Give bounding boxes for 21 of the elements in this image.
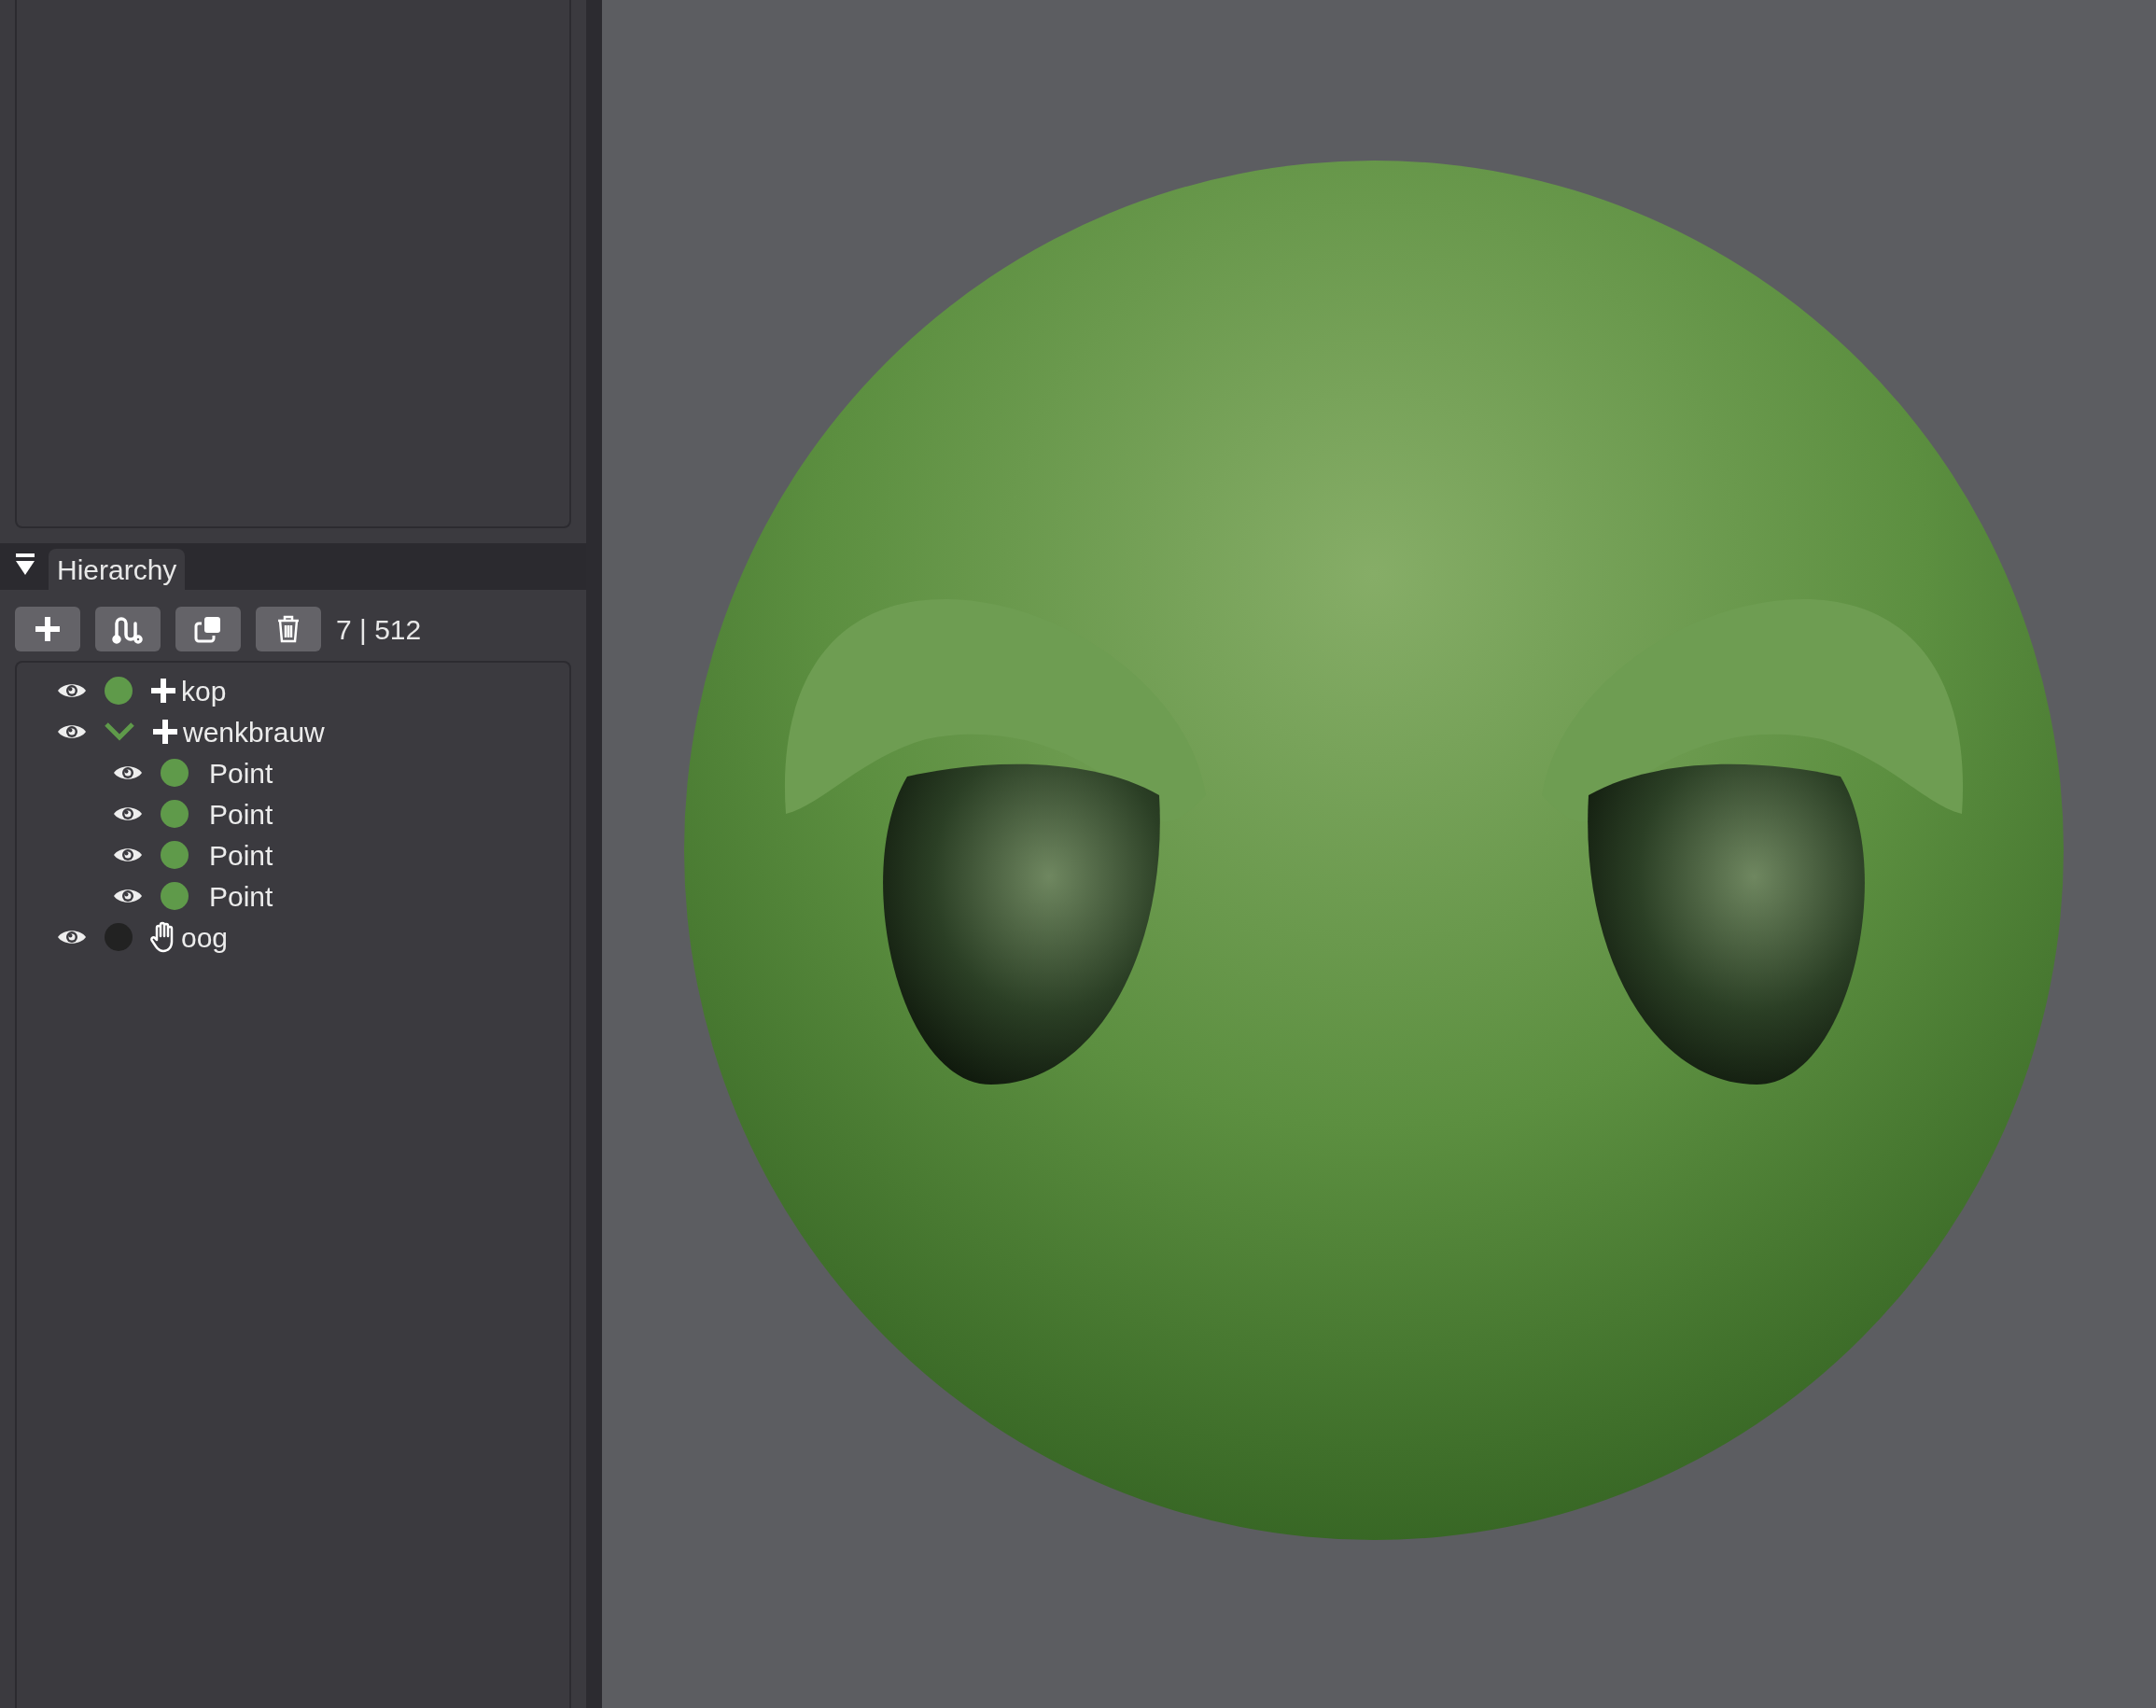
tree-item-label[interactable]: Point [209, 792, 273, 835]
chevron-icon[interactable] [105, 721, 134, 742]
hierarchy-tab[interactable]: Hierarchy [49, 549, 186, 590]
collapse-icon[interactable] [13, 553, 37, 577]
tree-item-label[interactable]: wenkbrauw [183, 710, 325, 753]
add-button[interactable] [15, 607, 80, 651]
curve-button[interactable] [95, 607, 161, 651]
object-count: 7 | 512 [336, 612, 422, 647]
tree-item-label[interactable]: oog [181, 916, 229, 959]
tree-item-label[interactable]: Point [209, 751, 273, 794]
delete-button[interactable] [256, 607, 321, 651]
duplicate-icon [193, 614, 223, 644]
plus-icon [151, 718, 179, 746]
curve-icon [112, 614, 144, 644]
tree-item-label[interactable]: Point [209, 833, 273, 876]
duplicate-button[interactable] [175, 607, 241, 651]
tree-item-label[interactable]: kop [181, 669, 227, 712]
tree-item-label[interactable]: Point [209, 875, 273, 917]
trash-icon [275, 614, 301, 644]
plus-icon [149, 677, 177, 705]
plus-icon [34, 615, 62, 643]
